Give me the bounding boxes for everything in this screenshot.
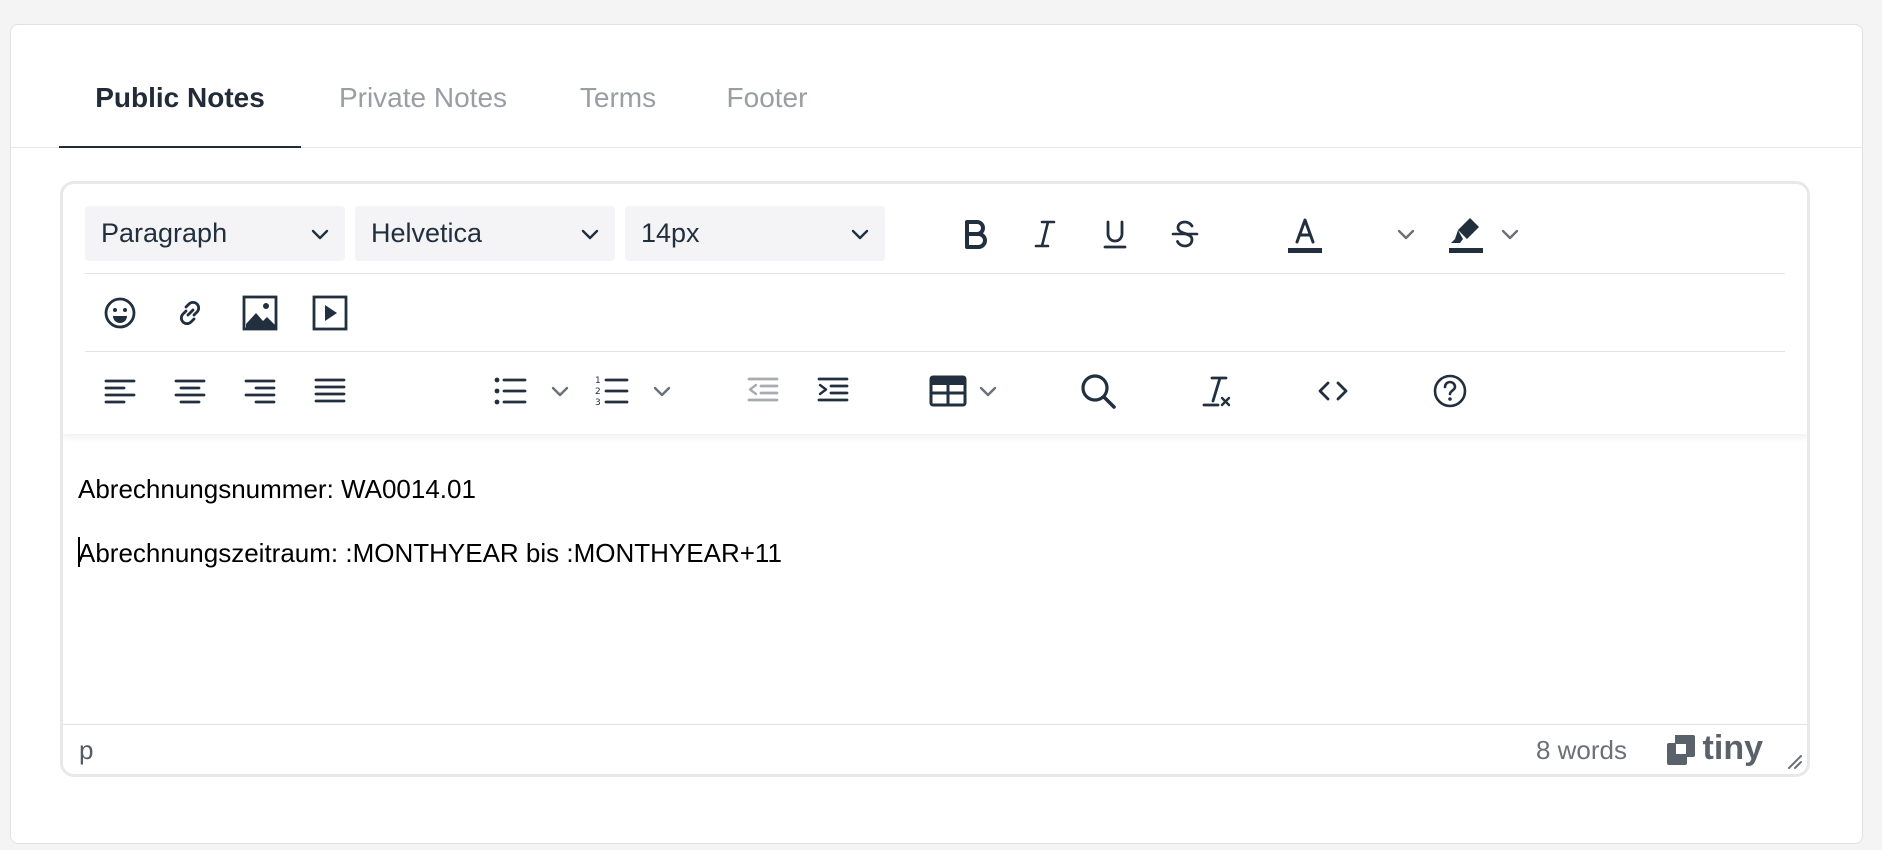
outdent-icon [747, 377, 779, 402]
chevron-down-icon [979, 386, 997, 397]
word-count[interactable]: 8 words [1536, 735, 1627, 766]
outdent-button[interactable] [738, 366, 788, 416]
align-left-button[interactable] [95, 366, 145, 416]
font-size-select[interactable]: 14px [625, 206, 885, 261]
table-icon [929, 375, 967, 407]
font-family-value: Helvetica [371, 218, 483, 248]
indent-icon [817, 377, 849, 402]
content-line-text: Abrechnungszeitraum: :MONTHYEAR bis :MON… [78, 538, 782, 568]
numbered-list-button[interactable]: 123 [587, 366, 637, 416]
chevron-down-icon [851, 229, 869, 240]
underline-icon [1103, 220, 1127, 249]
chevron-down-icon [1501, 229, 1519, 240]
numbered-list-dropdown[interactable] [647, 376, 677, 406]
text-color-icon [1288, 218, 1322, 253]
align-center-icon [174, 379, 206, 404]
link-button[interactable] [165, 288, 215, 338]
bullet-list-button[interactable] [485, 366, 535, 416]
text-color-button[interactable] [1275, 206, 1335, 261]
editor-statusbar: p 8 words tiny [63, 724, 1807, 774]
chevron-down-icon [551, 386, 569, 397]
align-right-icon [244, 379, 276, 404]
tiny-logo[interactable]: tiny [1665, 729, 1763, 768]
tab-label: Private Notes [338, 82, 508, 113]
svg-text:3: 3 [595, 398, 601, 408]
bold-button[interactable] [950, 209, 1000, 259]
tiny-logo-text: tiny [1702, 729, 1763, 767]
source-code-button[interactable] [1308, 366, 1358, 416]
rich-text-editor: Paragraph Helvetica 14px 1 2 3 Abrechnun… [60, 181, 1810, 777]
content-line: Abrechnungsnummer: WA0014.01 [78, 474, 476, 504]
image-button[interactable] [235, 288, 285, 338]
notes-tabs: Public Notes Private Notes Terms Footer [11, 25, 1862, 148]
chevron-down-icon [581, 229, 599, 240]
bold-icon [965, 220, 987, 249]
chevron-down-icon [1397, 229, 1415, 240]
element-path[interactable]: p [79, 735, 93, 766]
editor-toolbar: Paragraph Helvetica 14px 1 2 3 [63, 184, 1807, 434]
align-justify-button[interactable] [305, 366, 355, 416]
link-icon [179, 300, 201, 326]
clear-format-button[interactable] [1191, 366, 1241, 416]
tab-label: Footer [726, 82, 808, 113]
highlight-color-button[interactable] [1443, 206, 1489, 261]
svg-text:1: 1 [595, 376, 601, 386]
chevron-down-icon [311, 229, 329, 240]
toolbar-divider [85, 351, 1785, 352]
help-icon [1433, 374, 1467, 408]
strikethrough-button[interactable] [1160, 209, 1210, 259]
svg-text:2: 2 [595, 387, 601, 397]
font-size-value: 14px [641, 218, 700, 248]
block-format-value: Paragraph [101, 218, 228, 248]
bullet-list-dropdown[interactable] [545, 376, 575, 406]
text-color-dropdown[interactable] [1393, 214, 1419, 254]
search-icon [1081, 374, 1116, 409]
align-justify-icon [314, 378, 346, 403]
source-code-icon [1318, 381, 1348, 401]
highlight-color-dropdown[interactable] [1497, 214, 1523, 254]
toolbar-divider [85, 273, 1785, 274]
help-button[interactable] [1425, 366, 1475, 416]
italic-icon [1034, 220, 1056, 248]
tab-footer[interactable]: Footer [717, 82, 817, 148]
italic-button[interactable] [1020, 209, 1070, 259]
tiny-logo-icon [1666, 734, 1695, 765]
image-icon [242, 295, 278, 331]
search-button[interactable] [1073, 366, 1123, 416]
align-right-button[interactable] [235, 366, 285, 416]
media-button[interactable] [305, 288, 355, 338]
highlight-color-icon [1449, 217, 1483, 253]
notes-card: Public Notes Private Notes Terms Footer … [10, 24, 1863, 844]
font-family-select[interactable]: Helvetica [355, 206, 615, 261]
tab-public-notes[interactable]: Public Notes [59, 82, 301, 148]
block-format-select[interactable]: Paragraph [85, 206, 345, 261]
numbered-list-icon: 123 [595, 376, 629, 408]
align-center-button[interactable] [165, 366, 215, 416]
tab-private-notes[interactable]: Private Notes [323, 82, 523, 148]
table-button[interactable] [923, 366, 973, 416]
tab-terms[interactable]: Terms [568, 82, 668, 148]
emoji-button[interactable] [95, 288, 145, 338]
underline-button[interactable] [1090, 209, 1140, 259]
clear-format-icon [1202, 376, 1231, 407]
resize-handle-icon[interactable] [1783, 750, 1803, 770]
media-icon [312, 295, 348, 331]
strikethrough-icon [1171, 220, 1199, 248]
tab-label: Terms [579, 82, 657, 113]
align-left-icon [104, 379, 136, 404]
tab-label: Public Notes [95, 82, 265, 113]
bullet-list-icon [494, 377, 527, 405]
emoji-icon [104, 297, 136, 329]
content-line-with-caret: Abrechnungszeitraum: :MONTHYEAR bis :MON… [78, 537, 782, 569]
chevron-down-icon [653, 386, 671, 397]
table-dropdown[interactable] [973, 376, 1003, 406]
indent-button[interactable] [808, 366, 858, 416]
